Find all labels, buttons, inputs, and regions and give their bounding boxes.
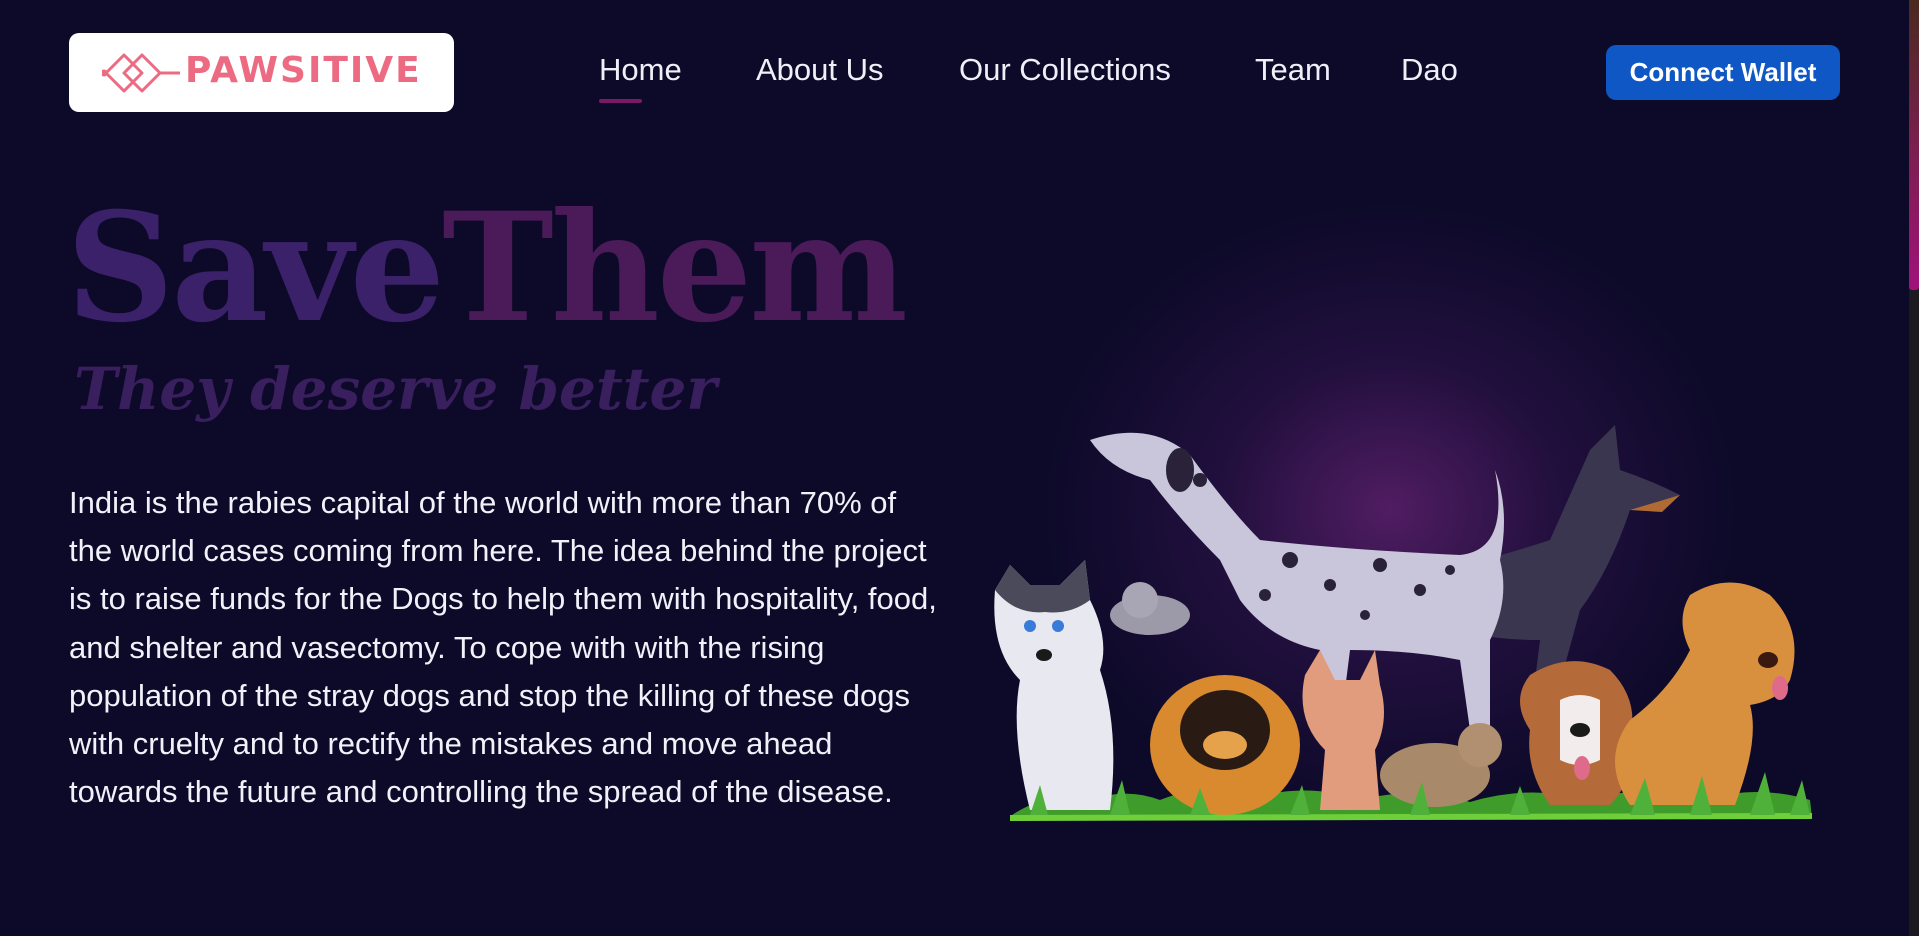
nav-home[interactable]: Home xyxy=(599,52,682,88)
logo[interactable]: PAWSITIVE xyxy=(69,33,454,112)
hero-title-them: Them xyxy=(442,180,908,356)
active-nav-indicator xyxy=(599,99,642,103)
page: PAWSITIVE Home About Us Our Collections … xyxy=(0,0,1919,936)
connect-wallet-button[interactable]: Connect Wallet xyxy=(1606,45,1840,100)
logo-text: PAWSITIVE xyxy=(185,50,422,91)
hero-subtitle: They deserve better xyxy=(74,355,717,423)
pawsitive-logo-icon xyxy=(102,53,180,93)
hero-description: India is the rabies capital of the world… xyxy=(69,485,937,810)
nav-our-collections[interactable]: Our Collections xyxy=(959,52,1171,88)
scrollbar-track[interactable] xyxy=(1909,0,1919,936)
nav-team[interactable]: Team xyxy=(1255,52,1331,88)
scrollbar-thumb[interactable] xyxy=(1909,0,1919,290)
dogs-illustration xyxy=(994,425,1813,821)
nav-dao[interactable]: Dao xyxy=(1401,52,1458,88)
hero-title-save: Save xyxy=(66,180,445,356)
hero-title: SaveThem xyxy=(66,178,908,358)
nav-about-us[interactable]: About Us xyxy=(756,52,884,88)
